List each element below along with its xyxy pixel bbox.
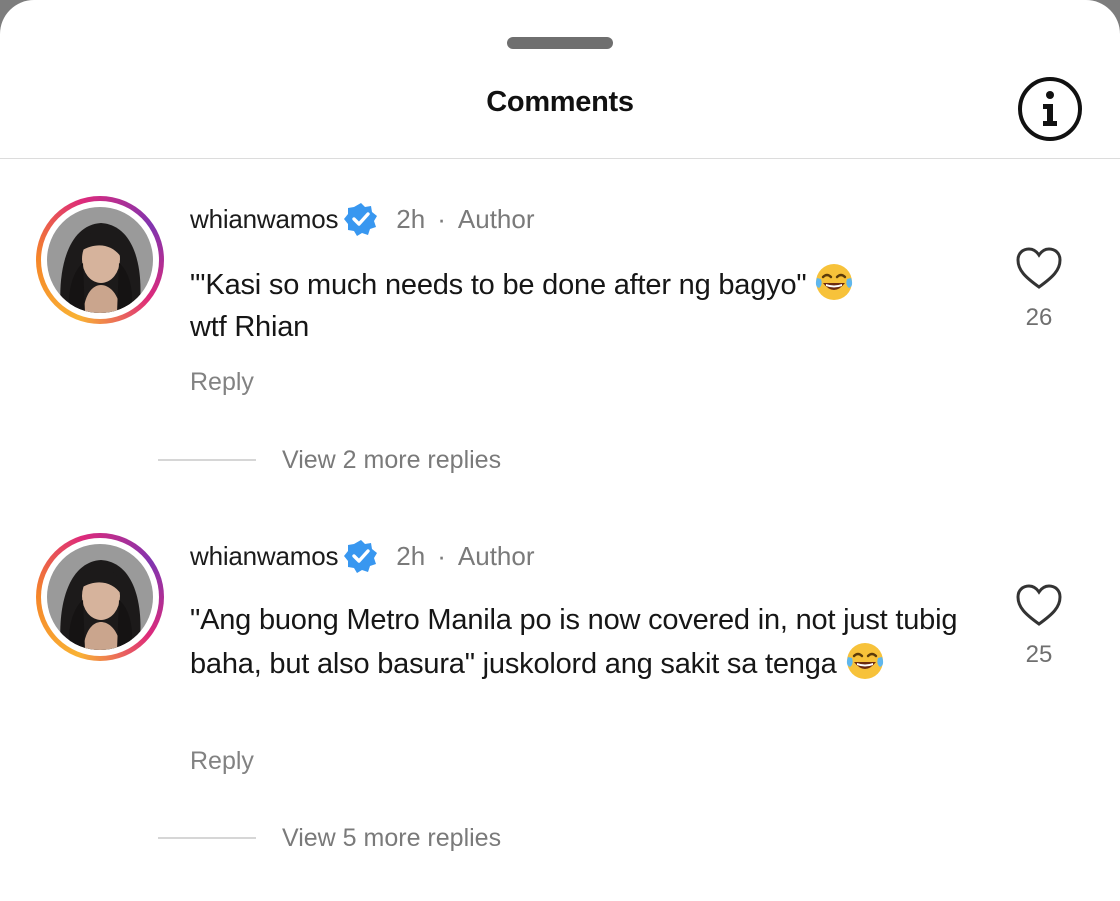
reply-button[interactable]: Reply bbox=[190, 747, 254, 776]
comment-time: 2h bbox=[396, 203, 426, 234]
meta-separator: · bbox=[437, 540, 446, 571]
comment-time: 2h bbox=[396, 540, 426, 571]
username[interactable]: whianwamos bbox=[190, 204, 338, 235]
avatar[interactable] bbox=[36, 196, 164, 324]
author-badge: Author bbox=[457, 203, 535, 234]
view-replies-label: View 5 more replies bbox=[282, 823, 502, 852]
meta-separator: · bbox=[437, 203, 446, 234]
replies-divider-line bbox=[158, 459, 256, 461]
page-title: Comments bbox=[486, 86, 634, 118]
avatar-photo bbox=[47, 207, 153, 313]
view-replies-button[interactable]: View 5 more replies bbox=[158, 821, 501, 855]
like-control: 26 bbox=[998, 246, 1080, 332]
laughing-tears-emoji bbox=[816, 264, 853, 300]
view-replies-label: View 2 more replies bbox=[282, 445, 502, 474]
comment-meta: whianwamos 2h · Author bbox=[190, 201, 535, 237]
verified-badge-icon bbox=[344, 203, 378, 236]
avatar-photo bbox=[47, 544, 153, 650]
view-replies-button[interactable]: View 2 more replies bbox=[158, 443, 501, 477]
comment-text: "'Kasi so much needs to be done after ng… bbox=[190, 262, 980, 348]
like-count: 25 bbox=[1025, 641, 1053, 668]
username[interactable]: whianwamos bbox=[190, 541, 338, 572]
comment-text: "Ang buong Metro Manila po is now covere… bbox=[190, 604, 966, 680]
info-icon[interactable] bbox=[1016, 75, 1084, 143]
like-control: 25 bbox=[998, 583, 1080, 669]
comments-sheet: Comments whianwamos 2h · Author "'Kasi s… bbox=[0, 0, 1120, 901]
header-divider bbox=[0, 158, 1120, 159]
author-badge: Author bbox=[457, 540, 535, 571]
replies-divider-line bbox=[158, 837, 256, 839]
avatar[interactable] bbox=[36, 533, 164, 661]
reply-button[interactable]: Reply bbox=[190, 368, 254, 397]
heart-icon[interactable] bbox=[1015, 583, 1063, 627]
comment-meta: whianwamos 2h · Author bbox=[190, 538, 535, 574]
like-count: 26 bbox=[1025, 304, 1053, 331]
drag-handle[interactable] bbox=[507, 37, 613, 49]
laughing-tears-emoji bbox=[846, 643, 883, 679]
verified-badge-icon bbox=[344, 540, 378, 573]
heart-icon[interactable] bbox=[1015, 246, 1063, 290]
